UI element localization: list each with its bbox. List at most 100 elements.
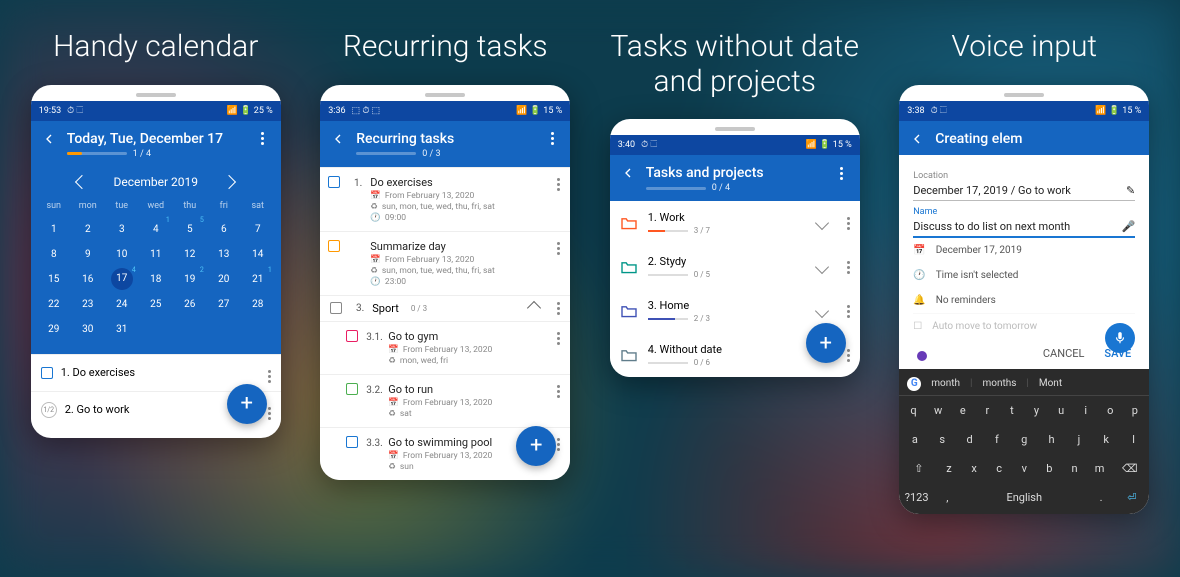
- key-period[interactable]: .: [1086, 486, 1117, 509]
- month-label[interactable]: December 2019: [113, 175, 198, 189]
- calendar-day[interactable]: [139, 317, 173, 342]
- calendar-day[interactable]: 55: [173, 217, 207, 242]
- checkbox-icon[interactable]: [328, 240, 340, 252]
- name-field[interactable]: Discuss to do list on next month 🎤: [913, 217, 1135, 238]
- calendar-day[interactable]: 211: [241, 267, 275, 292]
- more-icon[interactable]: [268, 400, 271, 420]
- more-icon[interactable]: [557, 332, 560, 345]
- more-icon[interactable]: [557, 242, 560, 255]
- prev-month-icon[interactable]: [75, 174, 89, 188]
- calendar-day[interactable]: 7: [241, 217, 275, 242]
- back-icon[interactable]: [330, 131, 346, 147]
- chevron-down-icon[interactable]: [815, 216, 829, 230]
- key[interactable]: a: [901, 428, 928, 451]
- calendar-day[interactable]: 28: [241, 292, 275, 317]
- calendar-day[interactable]: 27: [207, 292, 241, 317]
- calendar-day[interactable]: 15: [37, 267, 71, 292]
- key[interactable]: h: [1038, 428, 1065, 451]
- next-month-icon[interactable]: [222, 174, 236, 188]
- more-icon[interactable]: [268, 363, 271, 383]
- recurring-task[interactable]: 3.2. Go to run 📅From February 13, 2020♻s…: [320, 374, 570, 427]
- calendar-day[interactable]: 12: [173, 242, 207, 267]
- add-fab[interactable]: +: [516, 426, 556, 466]
- key[interactable]: f: [983, 428, 1010, 451]
- mic-fab[interactable]: [1105, 323, 1135, 353]
- key[interactable]: d: [956, 428, 983, 451]
- key-symbols[interactable]: ?123: [901, 486, 932, 509]
- back-icon[interactable]: [41, 131, 57, 147]
- calendar-day[interactable]: 9: [71, 242, 105, 267]
- key[interactable]: x: [962, 457, 987, 480]
- calendar-day[interactable]: 16: [71, 267, 105, 292]
- calendar-day[interactable]: 8: [37, 242, 71, 267]
- key-enter[interactable]: ⏎: [1117, 486, 1148, 509]
- more-icon[interactable]: [847, 349, 850, 362]
- key[interactable]: p: [1123, 399, 1148, 422]
- more-icon[interactable]: [557, 438, 560, 451]
- checkbox-icon[interactable]: [328, 176, 340, 188]
- key[interactable]: g: [1011, 428, 1038, 451]
- calendar-day[interactable]: 6: [207, 217, 241, 242]
- calendar-day[interactable]: 1: [37, 217, 71, 242]
- mic-inline-icon[interactable]: 🎤: [1122, 220, 1136, 233]
- more-icon[interactable]: [847, 305, 850, 318]
- calendar-grid[interactable]: sunmontuewedthufrisat1234155678910111213…: [31, 197, 281, 354]
- calendar-day[interactable]: 174: [105, 267, 139, 292]
- add-fab[interactable]: +: [227, 384, 267, 424]
- add-fab[interactable]: +: [806, 323, 846, 363]
- back-icon[interactable]: [909, 131, 925, 147]
- project-row[interactable]: 2. Stydy 0 / 5: [610, 245, 860, 289]
- key-space[interactable]: English: [963, 486, 1086, 509]
- key[interactable]: t: [1000, 399, 1025, 422]
- calendar-day[interactable]: 13: [207, 242, 241, 267]
- key[interactable]: v: [1012, 457, 1037, 480]
- calendar-day[interactable]: 2: [71, 217, 105, 242]
- key[interactable]: l: [1120, 428, 1147, 451]
- calendar-day[interactable]: 10: [105, 242, 139, 267]
- key[interactable]: w: [926, 399, 951, 422]
- calendar-day[interactable]: 20: [207, 267, 241, 292]
- key[interactable]: o: [1098, 399, 1123, 422]
- chevron-down-icon[interactable]: [815, 304, 829, 318]
- calendar-day[interactable]: 192: [173, 267, 207, 292]
- key[interactable]: r: [975, 399, 1000, 422]
- recurring-task[interactable]: 1. Do exercises 📅From February 13, 2020♻…: [320, 167, 570, 231]
- more-icon[interactable]: [557, 178, 560, 191]
- checkbox-icon[interactable]: [330, 302, 342, 314]
- more-icon[interactable]: [557, 385, 560, 398]
- key-comma[interactable]: ,: [932, 486, 963, 509]
- reminders-value[interactable]: No reminders: [936, 295, 996, 306]
- key[interactable]: k: [1093, 428, 1120, 451]
- edit-icon[interactable]: ✎: [1126, 184, 1135, 197]
- key[interactable]: q: [901, 399, 926, 422]
- key[interactable]: b: [1037, 457, 1062, 480]
- more-icon[interactable]: [847, 217, 850, 230]
- key[interactable]: y: [1024, 399, 1049, 422]
- calendar-day[interactable]: 18: [139, 267, 173, 292]
- key[interactable]: n: [1062, 457, 1087, 480]
- calendar-day[interactable]: 26: [173, 292, 207, 317]
- calendar-day[interactable]: [241, 317, 275, 342]
- cancel-button[interactable]: CANCEL: [1043, 347, 1085, 361]
- more-icon[interactable]: [847, 261, 850, 274]
- more-icon[interactable]: [834, 165, 850, 181]
- more-icon[interactable]: [557, 302, 560, 315]
- calendar-day[interactable]: 23: [71, 292, 105, 317]
- calendar-day[interactable]: 25: [139, 292, 173, 317]
- chevron-down-icon[interactable]: [815, 260, 829, 274]
- chevron-up-icon[interactable]: [527, 301, 541, 315]
- checkbox-icon[interactable]: [346, 330, 358, 342]
- suggestion[interactable]: months: [982, 378, 1016, 389]
- key[interactable]: i: [1073, 399, 1098, 422]
- recurring-task[interactable]: 3.1. Go to gym 📅From February 13, 2020♻m…: [320, 321, 570, 374]
- calendar-day[interactable]: 31: [105, 317, 139, 342]
- key[interactable]: c: [987, 457, 1012, 480]
- time-value[interactable]: Time isn't selected: [936, 270, 1019, 281]
- checkbox-icon[interactable]: [41, 367, 53, 379]
- calendar-day[interactable]: 3: [105, 217, 139, 242]
- key[interactable]: ⌫: [1112, 457, 1147, 480]
- date-value[interactable]: December 17, 2019: [936, 245, 1022, 256]
- calendar-day[interactable]: [207, 317, 241, 342]
- project-row[interactable]: 1. Work 3 / 7: [610, 201, 860, 245]
- calendar-day[interactable]: 29: [37, 317, 71, 342]
